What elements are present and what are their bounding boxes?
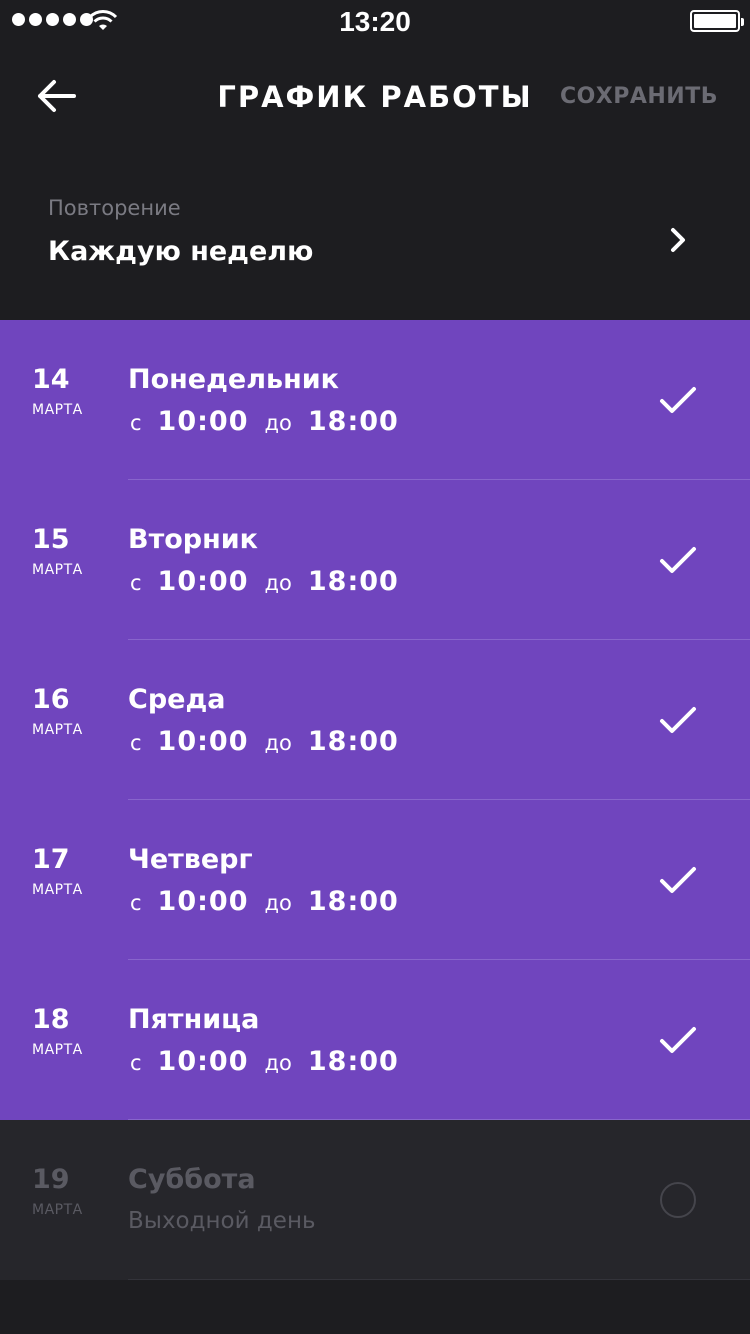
arrow-left-icon[interactable] <box>34 78 78 114</box>
to-prefix: до <box>264 571 292 595</box>
schedule-row[interactable]: 14 МАРТА Понедельник с 10:00 до 18:00 <box>0 320 750 480</box>
weekday-name: Пятница <box>128 1004 260 1035</box>
repeat-selector[interactable]: Повторение Каждую неделю <box>0 152 750 320</box>
weekday-name: Вторник <box>128 524 259 555</box>
to-prefix: до <box>264 731 292 755</box>
start-time: 10:00 <box>157 1046 249 1077</box>
battery-icon <box>690 10 744 32</box>
date-day: 15 <box>32 524 70 555</box>
date-day: 14 <box>32 364 70 395</box>
schedule-row[interactable]: 15 МАРТА Вторник с 10:00 до 18:00 <box>0 480 750 640</box>
work-hours: с 10:00 до 18:00 <box>130 406 399 437</box>
day-off-label: Выходной день <box>128 1208 316 1234</box>
checkmark-icon[interactable] <box>658 544 698 576</box>
end-time: 18:00 <box>307 1046 399 1077</box>
end-time: 18:00 <box>307 566 399 597</box>
date-month: МАРТА <box>32 1202 83 1218</box>
weekday-name: Среда <box>128 684 226 715</box>
work-hours: с 10:00 до 18:00 <box>130 566 399 597</box>
unchecked-circle-icon[interactable] <box>660 1182 696 1218</box>
start-time: 10:00 <box>157 886 249 917</box>
date-day: 18 <box>32 1004 70 1035</box>
date-month: МАРТА <box>32 722 83 738</box>
schedule-row[interactable]: 16 МАРТА Среда с 10:00 до 18:00 <box>0 640 750 800</box>
navigation-bar: ГРАФИК РАБОТЫ СОХРАНИТЬ <box>0 40 750 152</box>
checkmark-icon[interactable] <box>658 384 698 416</box>
work-hours: с 10:00 до 18:00 <box>130 886 399 917</box>
date-month: МАРТА <box>32 402 83 418</box>
end-time: 18:00 <box>307 726 399 757</box>
save-button[interactable]: СОХРАНИТЬ <box>560 84 718 109</box>
work-hours: с 10:00 до 18:00 <box>130 726 399 757</box>
date-month: МАРТА <box>32 562 83 578</box>
schedule-row[interactable]: 17 МАРТА Четверг с 10:00 до 18:00 <box>0 800 750 960</box>
from-prefix: с <box>130 1051 142 1075</box>
to-prefix: до <box>264 1051 292 1075</box>
date-day: 16 <box>32 684 70 715</box>
repeat-label: Повторение <box>48 196 181 220</box>
start-time: 10:00 <box>157 566 249 597</box>
status-bar: 13:20 <box>0 0 750 40</box>
to-prefix: до <box>264 891 292 915</box>
to-prefix: до <box>264 411 292 435</box>
work-hours: с 10:00 до 18:00 <box>130 1046 399 1077</box>
from-prefix: с <box>130 571 142 595</box>
start-time: 10:00 <box>157 726 249 757</box>
checkmark-icon[interactable] <box>658 704 698 736</box>
checkmark-icon[interactable] <box>658 864 698 896</box>
repeat-value: Каждую неделю <box>48 236 314 267</box>
date-day: 19 <box>32 1164 70 1195</box>
date-day: 17 <box>32 844 70 875</box>
date-month: МАРТА <box>32 1042 83 1058</box>
weekday-name: Понедельник <box>128 364 339 395</box>
weekday-name: Суббота <box>128 1164 256 1195</box>
schedule-row[interactable]: 18 МАРТА Пятница с 10:00 до 18:00 <box>0 960 750 1120</box>
from-prefix: с <box>130 891 142 915</box>
from-prefix: с <box>130 411 142 435</box>
start-time: 10:00 <box>157 406 249 437</box>
row-divider <box>128 1279 750 1280</box>
end-time: 18:00 <box>307 886 399 917</box>
end-time: 18:00 <box>307 406 399 437</box>
from-prefix: с <box>130 731 142 755</box>
weekday-name: Четверг <box>128 844 253 875</box>
schedule-list: 14 МАРТА Понедельник с 10:00 до 18:00 15… <box>0 320 750 1280</box>
chevron-right-icon <box>671 228 685 252</box>
status-time: 13:20 <box>339 6 411 37</box>
schedule-row[interactable]: 19 МАРТА Суббота Выходной день <box>0 1120 750 1280</box>
checkmark-icon[interactable] <box>658 1024 698 1056</box>
date-month: МАРТА <box>32 882 83 898</box>
